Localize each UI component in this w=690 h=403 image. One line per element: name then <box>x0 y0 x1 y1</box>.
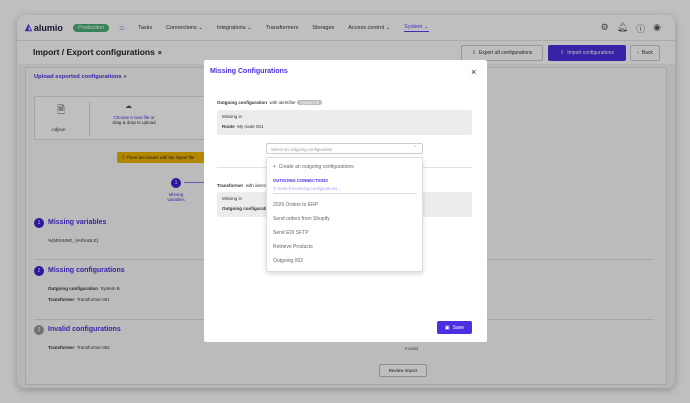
outgoing-label: Outgoing configuration with identifier S… <box>217 100 323 105</box>
plus-icon: + <box>273 164 276 170</box>
outgoing-config-select[interactable]: Select an outgoing configuration ⌃ <box>266 143 423 154</box>
close-icon[interactable]: × <box>471 67 476 77</box>
transformer-label: Transformer with identifier <box>217 183 273 188</box>
save-button[interactable]: ▣ Save <box>437 321 472 334</box>
option-item[interactable]: Retrieve Products <box>273 244 313 250</box>
create-option[interactable]: + Create an outgoing configurations <box>273 164 354 170</box>
option-item[interactable]: Outgoing 002 <box>273 258 303 264</box>
save-icon: ▣ <box>444 324 450 331</box>
identifier-pill: System B <box>297 100 323 105</box>
missing-configurations-modal: Missing Configurations × Outgoing config… <box>204 60 487 342</box>
option-item[interactable]: Send EDI SFTP <box>273 230 309 236</box>
outgoing-config-dropdown: + Create an outgoing configurations OUTG… <box>266 157 423 272</box>
missing-in-box: Missing in Route My route 001 <box>217 110 472 135</box>
option-item[interactable]: 2026 Orders to ERP <box>273 202 318 208</box>
option-item[interactable]: Send orders from Shopify <box>273 216 330 222</box>
modal-title: Missing Configurations <box>210 68 288 75</box>
dropdown-search[interactable]: ⚲ Search incoming configurations... <box>273 186 417 194</box>
group-header: OUTGOING CONNECTIONS <box>273 178 328 183</box>
search-icon: ⚲ <box>273 186 277 191</box>
chevron-up-icon: ⌃ <box>413 145 417 150</box>
